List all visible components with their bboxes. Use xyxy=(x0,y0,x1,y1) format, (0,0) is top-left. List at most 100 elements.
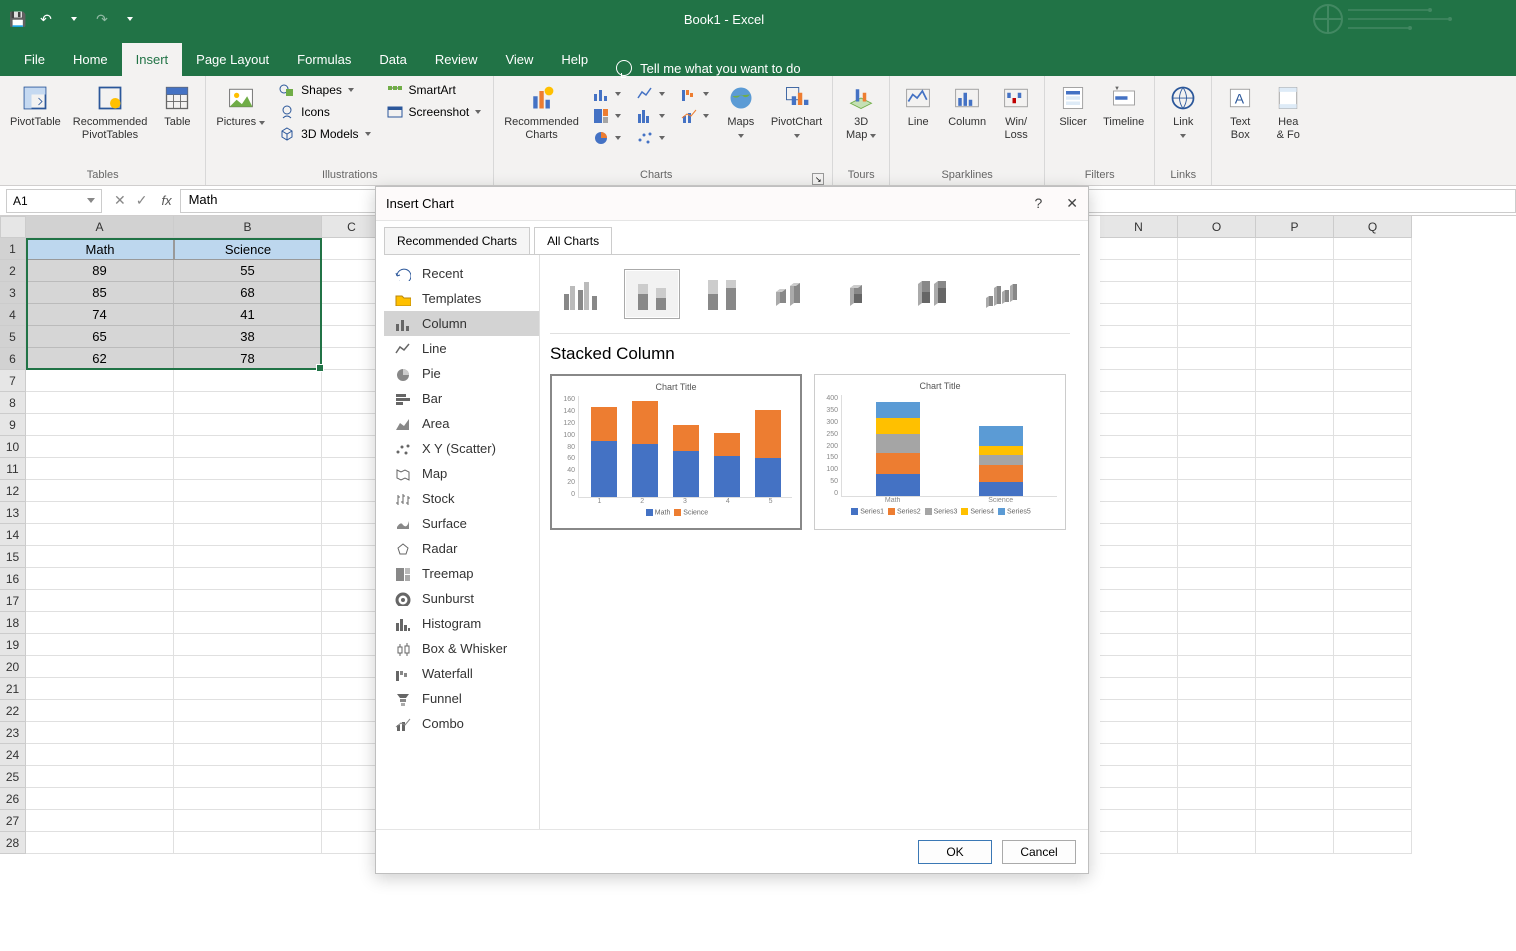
row-header[interactable]: 16 xyxy=(0,568,26,590)
chart-category-box-whisker[interactable]: Box & Whisker xyxy=(384,636,539,661)
cell[interactable] xyxy=(1256,568,1334,590)
cell[interactable] xyxy=(1100,810,1178,832)
subtype-3d-column[interactable] xyxy=(974,269,1030,319)
tab-review[interactable]: Review xyxy=(421,43,492,76)
tab-insert[interactable]: Insert xyxy=(122,43,183,76)
cell[interactable] xyxy=(1256,458,1334,480)
ok-button[interactable]: OK xyxy=(918,840,992,864)
cell[interactable] xyxy=(1256,392,1334,414)
cell[interactable] xyxy=(1256,722,1334,744)
tell-me-search[interactable]: Tell me what you want to do xyxy=(602,60,814,76)
cell[interactable] xyxy=(174,480,322,502)
cell[interactable] xyxy=(1100,700,1178,722)
cell[interactable] xyxy=(1334,348,1412,370)
cell[interactable] xyxy=(322,766,382,788)
cell[interactable] xyxy=(1100,392,1178,414)
cell[interactable] xyxy=(174,744,322,766)
cell[interactable] xyxy=(1256,810,1334,832)
cell[interactable] xyxy=(1334,304,1412,326)
cell[interactable] xyxy=(1178,546,1256,568)
cell[interactable] xyxy=(1178,832,1256,854)
row-header[interactable]: 20 xyxy=(0,656,26,678)
cell[interactable] xyxy=(322,480,382,502)
cell[interactable] xyxy=(26,722,174,744)
cell[interactable] xyxy=(1100,568,1178,590)
cell[interactable] xyxy=(1334,546,1412,568)
cell[interactable] xyxy=(26,524,174,546)
chart-category-histogram[interactable]: Histogram xyxy=(384,611,539,636)
cell[interactable] xyxy=(1100,238,1178,260)
sparkline-winloss-button[interactable]: Win/ Loss xyxy=(994,80,1038,167)
cell[interactable] xyxy=(26,612,174,634)
row-header[interactable]: 17 xyxy=(0,590,26,612)
cell[interactable] xyxy=(1334,370,1412,392)
cell[interactable] xyxy=(26,590,174,612)
cell[interactable] xyxy=(322,370,382,392)
cell[interactable] xyxy=(1100,414,1178,436)
cell[interactable] xyxy=(322,348,382,370)
subtype-3d-clustered-column[interactable] xyxy=(764,269,820,319)
cell[interactable] xyxy=(1334,788,1412,810)
cell[interactable] xyxy=(1178,568,1256,590)
chart-category-line[interactable]: Line xyxy=(384,336,539,361)
cell[interactable] xyxy=(174,722,322,744)
cell[interactable] xyxy=(1178,678,1256,700)
dialog-close-icon[interactable]: ✕ xyxy=(1066,195,1078,212)
cell[interactable] xyxy=(26,436,174,458)
cell[interactable] xyxy=(26,656,174,678)
col-header-a[interactable]: A xyxy=(26,216,174,238)
hierarchy-chart-dropdown[interactable] xyxy=(587,106,627,126)
sparkline-line-button[interactable]: Line xyxy=(896,80,940,167)
cell[interactable] xyxy=(1178,326,1256,348)
cell[interactable] xyxy=(1256,678,1334,700)
recommended-pivottables-button[interactable]: Recommended PivotTables xyxy=(69,80,152,167)
cell[interactable] xyxy=(1256,436,1334,458)
row-header[interactable]: 19 xyxy=(0,634,26,656)
cell[interactable] xyxy=(1256,260,1334,282)
cell[interactable] xyxy=(1256,612,1334,634)
cell[interactable] xyxy=(1178,788,1256,810)
cell[interactable]: 65 xyxy=(26,326,174,348)
chart-category-sunburst[interactable]: Sunburst xyxy=(384,586,539,611)
cell[interactable] xyxy=(322,392,382,414)
sparkline-column-button[interactable]: Column xyxy=(944,80,990,167)
col-header-o[interactable]: O xyxy=(1178,216,1256,238)
cell[interactable] xyxy=(26,634,174,656)
statistic-chart-dropdown[interactable] xyxy=(631,106,671,126)
cell[interactable] xyxy=(1178,700,1256,722)
cell[interactable]: 89 xyxy=(26,260,174,282)
chart-category-combo[interactable]: Combo xyxy=(384,711,539,736)
cell[interactable] xyxy=(1100,304,1178,326)
confirm-formula-icon[interactable]: ✓ xyxy=(136,192,148,209)
cell[interactable] xyxy=(1334,260,1412,282)
cell[interactable] xyxy=(174,700,322,722)
cell[interactable] xyxy=(1178,634,1256,656)
cell[interactable] xyxy=(322,436,382,458)
cell[interactable] xyxy=(1334,436,1412,458)
cell[interactable] xyxy=(1334,678,1412,700)
cell[interactable] xyxy=(322,634,382,656)
cell[interactable] xyxy=(1100,744,1178,766)
cell[interactable] xyxy=(1256,304,1334,326)
cell[interactable] xyxy=(1334,656,1412,678)
cell[interactable] xyxy=(322,304,382,326)
cell[interactable] xyxy=(1100,282,1178,304)
charts-dialog-launcher[interactable]: ↘ xyxy=(812,173,824,185)
maps-button[interactable]: Maps xyxy=(719,80,763,167)
col-header-b[interactable]: B xyxy=(174,216,322,238)
cell[interactable] xyxy=(322,260,382,282)
cell[interactable] xyxy=(174,546,322,568)
cell[interactable] xyxy=(322,810,382,832)
row-header[interactable]: 8 xyxy=(0,392,26,414)
cell[interactable] xyxy=(1100,766,1178,788)
cell[interactable] xyxy=(322,612,382,634)
undo-icon[interactable]: ↶ xyxy=(36,9,56,29)
shapes-button[interactable]: Shapes xyxy=(273,80,376,100)
cell[interactable] xyxy=(1178,722,1256,744)
dialog-help-icon[interactable]: ? xyxy=(1034,195,1042,212)
cell[interactable] xyxy=(174,414,322,436)
icons-button[interactable]: Icons xyxy=(273,102,376,122)
cell[interactable] xyxy=(1334,326,1412,348)
cell[interactable] xyxy=(322,238,382,260)
cell[interactable]: 38 xyxy=(174,326,322,348)
